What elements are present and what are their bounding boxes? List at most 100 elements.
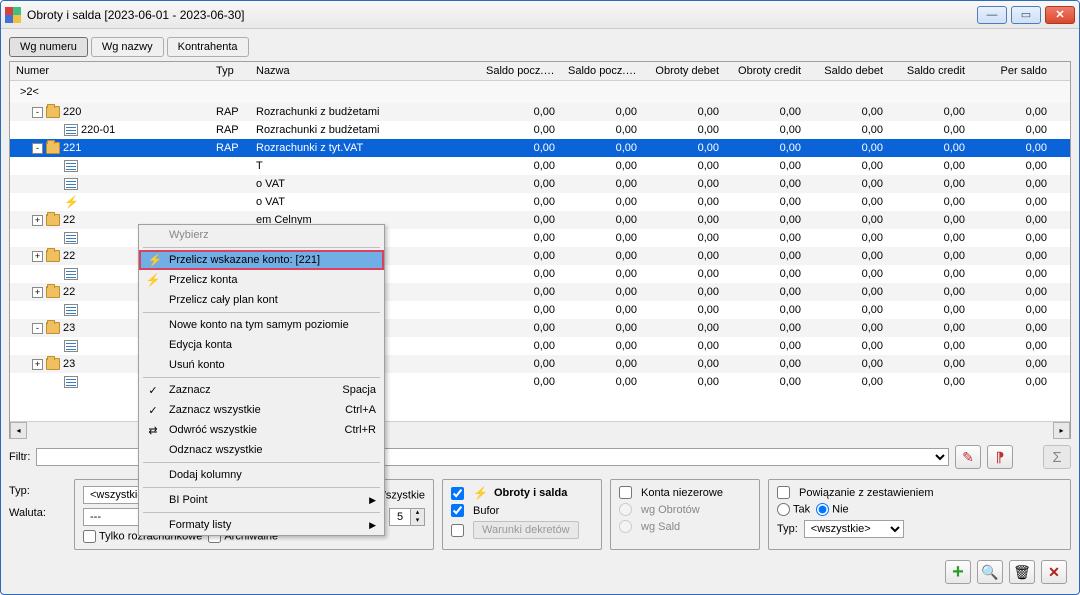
row-value: 0,00 xyxy=(972,247,1054,265)
nie-radio[interactable] xyxy=(816,503,829,516)
row-value: 0,00 xyxy=(480,157,562,175)
row-value: 0,00 xyxy=(972,211,1054,229)
tree-expander[interactable]: + xyxy=(32,359,43,370)
cm-przelicz-konto[interactable]: ⚡Przelicz wskazane konto: [221] xyxy=(139,250,384,270)
context-menu: Wybierz ⚡Przelicz wskazane konto: [221] … xyxy=(138,224,385,536)
cm-zaznacz-wszystkie[interactable]: ✓Zaznacz wszystkieCtrl+A xyxy=(139,400,384,420)
cm-bi-point[interactable]: BI Point▶ xyxy=(139,490,384,510)
filter-build-button[interactable]: ✎ xyxy=(955,445,981,469)
delete-button[interactable]: 🗑 xyxy=(1009,560,1035,584)
col-ob-d[interactable]: Obroty debet xyxy=(644,62,726,80)
cm-formaty-listy[interactable]: Formaty listy▶ xyxy=(139,515,384,535)
col-sp-ct[interactable]: Saldo pocz. ct xyxy=(562,62,644,80)
obroty-salda-label: Obroty i salda xyxy=(494,487,567,499)
folder-icon xyxy=(46,250,60,262)
tree-expander[interactable]: + xyxy=(32,287,43,298)
col-ps[interactable]: Per saldo xyxy=(972,62,1054,80)
row-value: 0,00 xyxy=(644,319,726,337)
tree-expander[interactable]: - xyxy=(32,323,43,334)
col-typ[interactable]: Typ xyxy=(210,62,250,80)
powiazanie-checkbox[interactable] xyxy=(777,486,790,499)
cm-edycja-konta[interactable]: Edycja konta xyxy=(139,335,384,355)
warunki-checkbox[interactable] xyxy=(451,524,464,537)
col-sp-dt[interactable]: Saldo pocz. dt xyxy=(480,62,562,80)
add-button[interactable]: + xyxy=(945,560,971,584)
cm-przelicz-konta[interactable]: ⚡Przelicz konta xyxy=(139,270,384,290)
col-sc[interactable]: Saldo credit xyxy=(890,62,972,80)
typ2-select[interactable]: <wszystkie> xyxy=(804,520,904,538)
folder-icon xyxy=(46,142,60,154)
row-number: 22 xyxy=(63,214,75,226)
row-value: 0,00 xyxy=(808,373,890,391)
close-panel-button[interactable]: ✕ xyxy=(1041,560,1067,584)
minimize-button[interactable]: — xyxy=(977,6,1007,24)
table-row[interactable]: o VAT0,000,000,000,000,000,000,00 xyxy=(10,175,1070,193)
col-sd[interactable]: Saldo debet xyxy=(808,62,890,80)
tree-expander[interactable]: + xyxy=(32,215,43,226)
obroty-salda-checkbox[interactable] xyxy=(451,487,464,500)
cm-odwroc-wszystkie[interactable]: ⇄Odwróć wszystkieCtrl+R xyxy=(139,420,384,440)
row-value: 0,00 xyxy=(808,319,890,337)
filter-clear-button[interactable]: ⁋ xyxy=(987,445,1013,469)
row-value: 0,00 xyxy=(644,121,726,139)
row-value: 0,00 xyxy=(644,175,726,193)
scroll-right-button[interactable]: ▸ xyxy=(1053,422,1070,439)
konta-nz-checkbox[interactable] xyxy=(619,486,632,499)
tab-wg-numeru[interactable]: Wg numeru xyxy=(9,37,88,57)
row-value: 0,00 xyxy=(480,355,562,373)
cm-dodaj-kolumny[interactable]: Dodaj kolumny xyxy=(139,465,384,485)
search-button[interactable]: 🔍 xyxy=(977,560,1003,584)
row-value: 0,00 xyxy=(480,373,562,391)
card-icon xyxy=(64,178,78,190)
cm-przelicz-plan[interactable]: Przelicz cały plan kont xyxy=(139,290,384,310)
tak-radio[interactable] xyxy=(777,503,790,516)
row-value: 0,00 xyxy=(890,193,972,211)
spin-down[interactable]: ▾ xyxy=(410,517,424,525)
level-spinner[interactable]: ▴▾ xyxy=(389,508,425,526)
tree-expander[interactable]: - xyxy=(32,143,43,154)
tree-expander[interactable]: + xyxy=(32,251,43,262)
spin-up[interactable]: ▴ xyxy=(410,509,424,517)
row-value: 0,00 xyxy=(480,337,562,355)
row-value: 0,00 xyxy=(480,265,562,283)
table-row[interactable]: -221RAPRozrachunki z tyt.VAT0,000,000,00… xyxy=(10,139,1070,157)
row-typ xyxy=(210,199,250,205)
table-row[interactable]: -220RAPRozrachunki z budżetami0,000,000,… xyxy=(10,103,1070,121)
row-value: 0,00 xyxy=(972,193,1054,211)
row-value: 0,00 xyxy=(890,211,972,229)
table-row[interactable]: T0,000,000,000,000,000,000,00 xyxy=(10,157,1070,175)
lightning-icon: ⚡ xyxy=(64,195,79,209)
cm-zaznacz[interactable]: ✓ZaznaczSpacja xyxy=(139,380,384,400)
close-button[interactable]: ✕ xyxy=(1045,6,1075,24)
col-ob-c[interactable]: Obroty credit xyxy=(726,62,808,80)
bufor-checkbox[interactable] xyxy=(451,504,464,517)
cm-odznacz-wszystkie[interactable]: Odznacz wszystkie xyxy=(139,440,384,460)
scroll-left-button[interactable]: ◂ xyxy=(10,422,27,439)
row-value: 0,00 xyxy=(890,283,972,301)
row-number: 220-01 xyxy=(81,124,115,136)
filter-numer[interactable]: >2< xyxy=(14,83,214,101)
maximize-button[interactable]: ▭ xyxy=(1011,6,1041,24)
tab-wg-nazwy[interactable]: Wg nazwy xyxy=(91,37,164,57)
row-value: 0,00 xyxy=(972,103,1054,121)
folder-icon xyxy=(46,322,60,334)
row-value: 0,00 xyxy=(562,121,644,139)
tab-kontrahenta[interactable]: Kontrahenta xyxy=(167,37,249,57)
tree-expander[interactable]: - xyxy=(32,107,43,118)
card-icon xyxy=(64,376,78,388)
table-row[interactable]: 220-01RAPRozrachunki z budżetami0,000,00… xyxy=(10,121,1070,139)
col-nazwa[interactable]: Nazwa xyxy=(250,62,480,80)
row-value: 0,00 xyxy=(890,319,972,337)
cm-nowe-konto[interactable]: Nowe konto na tym samym poziomie xyxy=(139,315,384,335)
cm-usun-konto[interactable]: Usuń konto xyxy=(139,355,384,375)
card-icon xyxy=(64,340,78,352)
sum-button[interactable]: Σ xyxy=(1043,445,1071,469)
tylko-roz-checkbox[interactable] xyxy=(83,530,96,543)
row-value: 0,00 xyxy=(808,211,890,229)
row-value: 0,00 xyxy=(972,355,1054,373)
row-value: 0,00 xyxy=(480,121,562,139)
row-value: 0,00 xyxy=(480,301,562,319)
table-row[interactable]: ⚡o VAT0,000,000,000,000,000,000,00 xyxy=(10,193,1070,211)
row-value: 0,00 xyxy=(726,175,808,193)
col-numer[interactable]: Numer xyxy=(10,62,210,80)
